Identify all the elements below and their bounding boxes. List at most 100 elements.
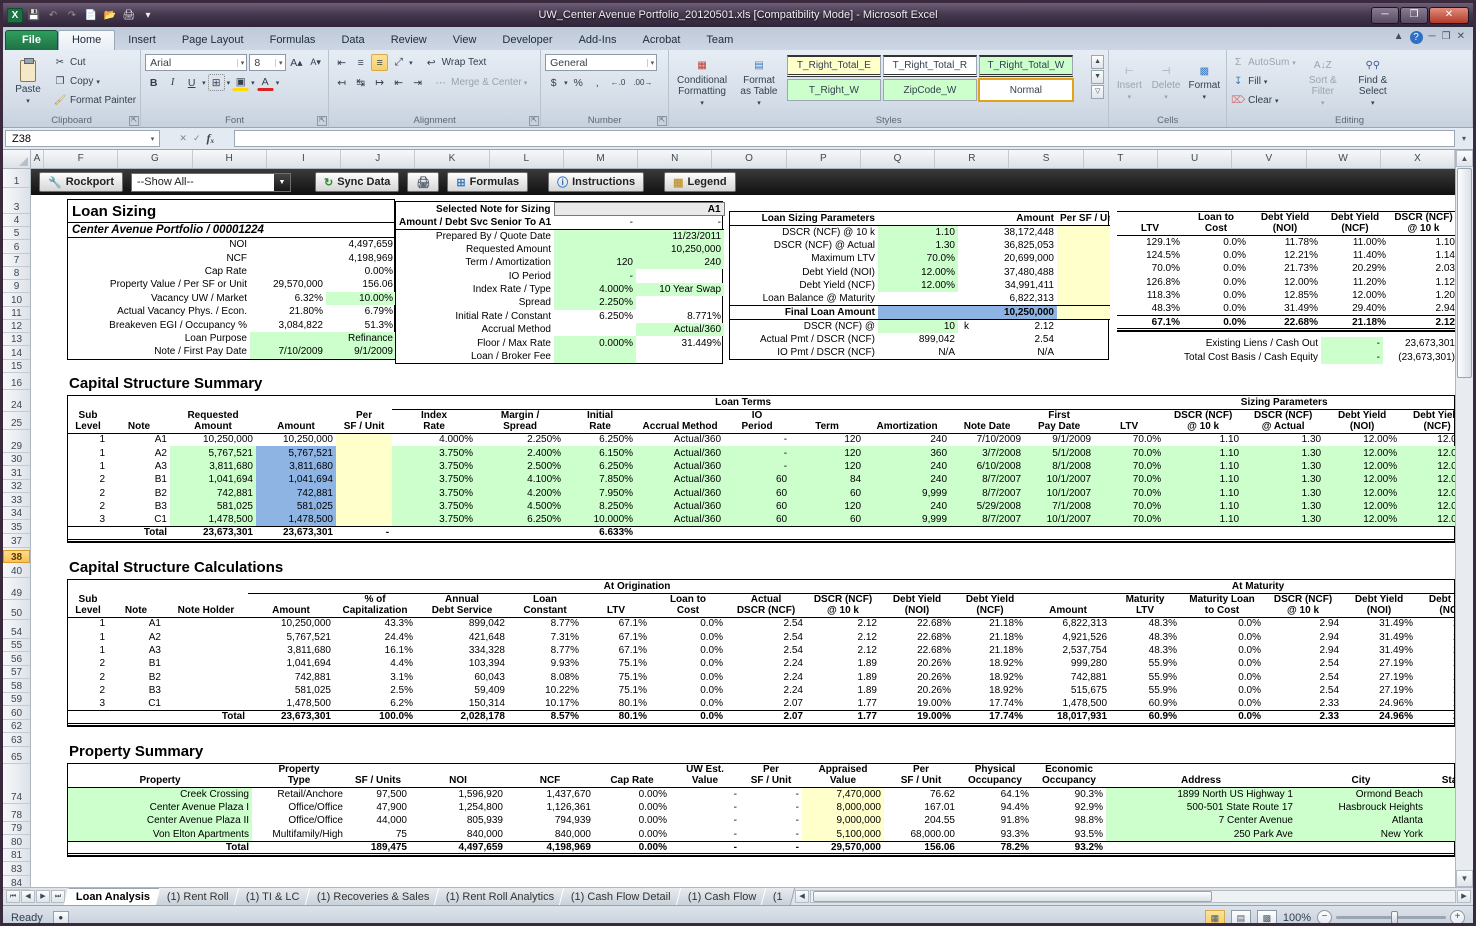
cell[interactable] [164, 617, 248, 630]
cell[interactable]: Note Date [950, 409, 1025, 434]
help-icon[interactable]: ? [1409, 31, 1423, 44]
cell[interactable]: Per SF / Unit [336, 409, 393, 434]
row-header[interactable]: 13 [3, 333, 30, 346]
cell[interactable]: Economic Occupancy [1032, 764, 1106, 788]
cell[interactable]: 70.0% [1117, 262, 1183, 275]
cell[interactable]: Total [68, 526, 170, 542]
row-header[interactable]: 14 [3, 347, 30, 360]
zoom-out-icon[interactable]: − [1317, 910, 1332, 923]
row-header[interactable]: 37 [3, 535, 30, 548]
column-header[interactable]: M [564, 150, 639, 168]
cell[interactable] [1057, 278, 1110, 293]
close-button[interactable]: ✕ [1429, 6, 1469, 24]
cell[interactable]: 12.00% [1324, 459, 1401, 474]
cell[interactable]: 1.77 [806, 710, 880, 726]
cell[interactable]: 70.0% [1094, 433, 1164, 446]
cell[interactable]: - [554, 215, 636, 230]
cell[interactable]: 7/10/2009 [950, 433, 1024, 446]
cell[interactable]: 581,025 [170, 499, 256, 514]
cell[interactable]: DSCR (NCF) @ 10 k [730, 225, 878, 238]
cell[interactable]: 2 [68, 500, 108, 513]
cell[interactable]: Accrual Method [396, 323, 554, 336]
ribbon-tab-acrobat[interactable]: Acrobat [629, 31, 693, 50]
cell[interactable]: 19.00% [880, 697, 954, 710]
cell[interactable] [554, 349, 636, 364]
cell[interactable]: DSCR (NCF) @ Actual [730, 239, 878, 252]
cell[interactable] [636, 350, 724, 363]
cell[interactable]: k [958, 319, 972, 332]
cell[interactable] [1426, 840, 1455, 856]
cell[interactable]: Term [790, 409, 865, 434]
cell[interactable]: 1 [68, 617, 108, 630]
cell[interactable]: Maturity Loan to Cost [1180, 593, 1265, 618]
cell[interactable]: 67.1% [582, 630, 650, 643]
cell[interactable] [958, 225, 972, 238]
row-header[interactable]: 4 [3, 214, 30, 227]
cell[interactable]: 2.12 [806, 644, 880, 657]
comma-style-icon[interactable]: , [589, 74, 606, 91]
cell[interactable]: 11/23/2011 [636, 229, 725, 243]
cell[interactable]: Actual/360 [636, 499, 725, 514]
row-header[interactable]: 54 [3, 626, 30, 639]
cell[interactable]: Index Rate / Type [396, 283, 554, 296]
row-header[interactable]: 31 [3, 467, 30, 480]
cell[interactable]: 78.2% [958, 840, 1032, 856]
cell[interactable]: 10,250,000 [636, 242, 725, 257]
column-header[interactable]: F [44, 150, 119, 168]
cell[interactable] [250, 265, 326, 278]
cell[interactable]: 29.40% [1416, 644, 1455, 657]
cell[interactable]: 48.3% [1110, 617, 1180, 630]
cell[interactable]: 1,254,800 [410, 801, 506, 814]
cell[interactable] [336, 433, 393, 447]
row-header[interactable]: 7 [3, 254, 30, 267]
cell[interactable] [724, 526, 791, 542]
cell[interactable]: 0.0% [1183, 315, 1249, 331]
cell[interactable]: DSCR (NCF) @ 10 k [1164, 409, 1243, 434]
cell[interactable]: 0.0% [1183, 236, 1249, 249]
cell[interactable] [1094, 526, 1165, 542]
cell[interactable]: 120 [790, 499, 865, 514]
cell[interactable]: 0.0% [1180, 617, 1264, 630]
cell[interactable]: 21.80% [250, 305, 326, 318]
cell[interactable]: DSCR (NCF) @ [730, 319, 878, 332]
cell[interactable]: 29.40% [1321, 302, 1389, 315]
cell[interactable] [1324, 526, 1401, 542]
paste-button[interactable]: Paste ▾ [7, 52, 49, 113]
page-layout-view-icon[interactable]: ▤ [1230, 909, 1251, 923]
cell[interactable] [1057, 346, 1110, 359]
increase-decimal-icon[interactable]: ←.0 [608, 74, 629, 91]
cell[interactable]: B2 [108, 671, 164, 684]
cell[interactable]: 3,811,680 [170, 459, 256, 474]
cell[interactable] [164, 657, 248, 670]
autosum-button[interactable]: Σ AutoSum ▾ [1231, 54, 1296, 71]
cell[interactable]: 2.12 [1389, 315, 1455, 331]
cell[interactable]: 1 [68, 433, 108, 446]
cell[interactable]: Center Avenue Plaza II [68, 814, 252, 828]
cell[interactable]: 70.0% [878, 252, 958, 266]
cell[interactable]: 25.39% [1416, 657, 1455, 670]
cell[interactable]: Per SF / Unit [1057, 212, 1110, 226]
cell[interactable]: 4,921,526 [1026, 630, 1110, 643]
cell[interactable]: 6.150% [564, 446, 637, 460]
cell[interactable]: Loan Constant [508, 593, 582, 618]
previous-sheet-icon[interactable]: ◀ [21, 890, 35, 903]
cell[interactable]: 22.68% [1249, 315, 1321, 331]
ribbon-tab-team[interactable]: Team [693, 31, 746, 50]
cell[interactable]: Atlanta [1296, 814, 1426, 828]
scroll-up-icon[interactable]: ▲ [1456, 150, 1473, 167]
cell[interactable]: 10/1/2007 [1024, 473, 1095, 487]
cell[interactable]: 60 [790, 486, 865, 500]
name-box[interactable]: Z38 ▾ [5, 130, 160, 147]
cell[interactable]: 3,811,680 [248, 644, 334, 657]
cell[interactable]: Actual/360 [636, 433, 724, 446]
row-header[interactable]: 3 [3, 201, 30, 214]
cell[interactable]: 2.12 [806, 630, 880, 643]
cell[interactable]: 92.9% [1032, 801, 1106, 814]
cell[interactable]: 0.00% [594, 801, 670, 814]
cell[interactable]: 2.250% [476, 433, 564, 446]
cell[interactable]: 6.633% [564, 526, 637, 542]
horizontal-scrollbar[interactable]: ◀ ▶ [793, 888, 1473, 905]
column-header[interactable]: P [787, 150, 861, 168]
cell[interactable] [1057, 333, 1110, 346]
row-header[interactable]: 9 [3, 280, 30, 293]
